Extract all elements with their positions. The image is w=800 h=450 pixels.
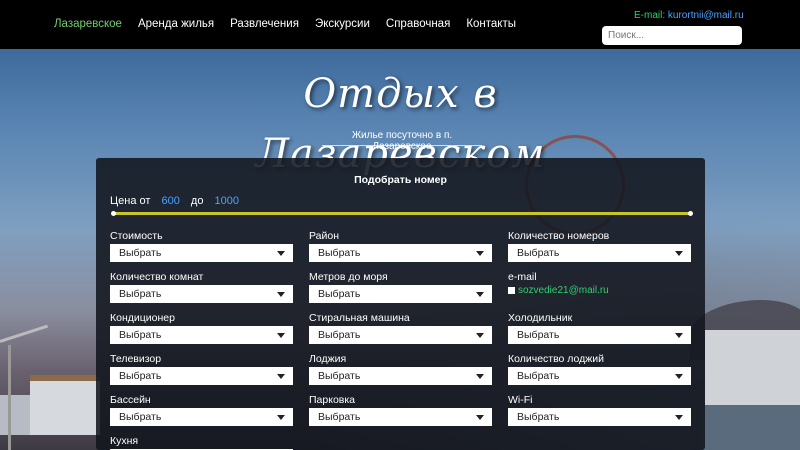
price-from-label: Цена от [110,195,151,207]
dropdown-arrow-icon [675,374,683,379]
field-tv: Телевизор Выбрать [110,353,293,385]
field-loggia-count: Количество лоджий Выбрать [508,353,691,385]
select-pool[interactable]: Выбрать [110,408,293,426]
hero-subtitle: Жилье посуточно в п. Лазаревское [322,130,482,152]
field-kitchen: Кухня [110,435,293,450]
select-distance-sea[interactable]: Выбрать [309,285,492,303]
contact-email: E-mail: kurortnii@mail.ru [634,10,744,21]
field-label: Количество лоджий [508,353,605,365]
top-navbar: Лазаревское Аренда жилья Развлечения Экс… [0,0,800,49]
nav-item-entertainment[interactable]: Развлечения [230,18,299,30]
dropdown-arrow-icon [476,415,484,420]
field-washer: Стиральная машина Выбрать [309,312,492,344]
field-label: Район [309,230,339,242]
search-input[interactable] [602,26,742,45]
select-ac[interactable]: Выбрать [110,326,293,344]
nav-item-lazarevskoe[interactable]: Лазаревское [54,18,122,30]
room-filter-panel: Подобрать номер Цена от 600 до 1000 Стои… [96,158,705,450]
site-logo: Отдых в Лазаревском [255,71,546,177]
price-to-label: до [190,195,204,207]
field-label: Метров до моря [309,271,388,283]
field-ac: Кондиционер Выбрать [110,312,293,344]
select-washer[interactable]: Выбрать [309,326,492,344]
field-label: Кондиционер [110,312,175,324]
price-range-label: Цена от 600 до 1000 [110,195,239,207]
field-district: Район Выбрать [309,230,492,262]
field-label: Количество номеров [508,230,610,242]
field-label: Телевизор [110,353,162,365]
field-rooms: Количество комнат Выбрать [110,271,293,303]
field-label: Холодильник [508,312,573,324]
select-rooms[interactable]: Выбрать [110,285,293,303]
field-label: e-mail [508,271,537,283]
nav-item-contacts[interactable]: Контакты [466,18,516,30]
nav-item-rent[interactable]: Аренда жилья [138,18,214,30]
select-cost[interactable]: Выбрать [110,244,293,262]
dropdown-arrow-icon [277,292,285,297]
building-left [30,375,100,435]
price-to-value[interactable]: 1000 [215,195,239,207]
field-label: Стиральная машина [309,312,410,324]
field-label: Лоджия [309,353,347,365]
select-room-count[interactable]: Выбрать [508,244,691,262]
email-label: E-mail: [634,10,666,21]
main-nav: Лазаревское Аренда жилья Развлечения Экс… [54,18,532,30]
select-parking[interactable]: Выбрать [309,408,492,426]
dropdown-arrow-icon [277,251,285,256]
lamp-pole [8,345,11,450]
field-parking: Парковка Выбрать [309,394,492,426]
nav-item-excursions[interactable]: Экскурсии [315,18,370,30]
field-label: Бассейн [110,394,151,406]
select-district[interactable]: Выбрать [309,244,492,262]
dropdown-arrow-icon [675,415,683,420]
select-fridge[interactable]: Выбрать [508,326,691,344]
filter-title: Подобрать номер [354,174,447,186]
dropdown-arrow-icon [277,374,285,379]
dropdown-arrow-icon [675,251,683,256]
email-option[interactable]: sozvedie21@mail.ru [518,285,609,296]
email-address[interactable]: kurortnii@mail.ru [668,10,744,21]
field-distance-sea: Метров до моря Выбрать [309,271,492,303]
field-loggia: Лоджия Выбрать [309,353,492,385]
field-label: Кухня [110,435,139,447]
field-email: e-mail sozvedie21@mail.ru [508,271,691,296]
dropdown-arrow-icon [675,333,683,338]
price-slider[interactable] [111,211,693,216]
field-label: Парковка [309,394,356,406]
dropdown-arrow-icon [476,251,484,256]
field-label: Количество комнат [110,271,204,283]
dropdown-arrow-icon [277,333,285,338]
dropdown-arrow-icon [277,415,285,420]
field-label: Стоимость [110,230,163,242]
field-cost: Стоимость Выбрать [110,230,293,262]
dropdown-arrow-icon [476,333,484,338]
slider-max-handle[interactable] [688,211,693,216]
slider-min-handle[interactable] [111,211,116,216]
select-tv[interactable]: Выбрать [110,367,293,385]
field-pool: Бассейн Выбрать [110,394,293,426]
dropdown-arrow-icon [476,374,484,379]
price-from-value[interactable]: 600 [161,195,179,207]
select-wifi[interactable]: Выбрать [508,408,691,426]
field-wifi: Wi-Fi Выбрать [508,394,691,426]
nav-item-reference[interactable]: Справочная [386,18,450,30]
field-room-count: Количество номеров Выбрать [508,230,691,262]
email-checkbox-row[interactable]: sozvedie21@mail.ru [508,285,691,296]
field-fridge: Холодильник Выбрать [508,312,691,344]
dropdown-arrow-icon [476,292,484,297]
field-label: Wi-Fi [508,394,533,406]
buildings-right [705,330,800,410]
sea [700,405,800,450]
select-loggia[interactable]: Выбрать [309,367,492,385]
select-loggia-count[interactable]: Выбрать [508,367,691,385]
email-checkbox[interactable] [508,287,515,294]
